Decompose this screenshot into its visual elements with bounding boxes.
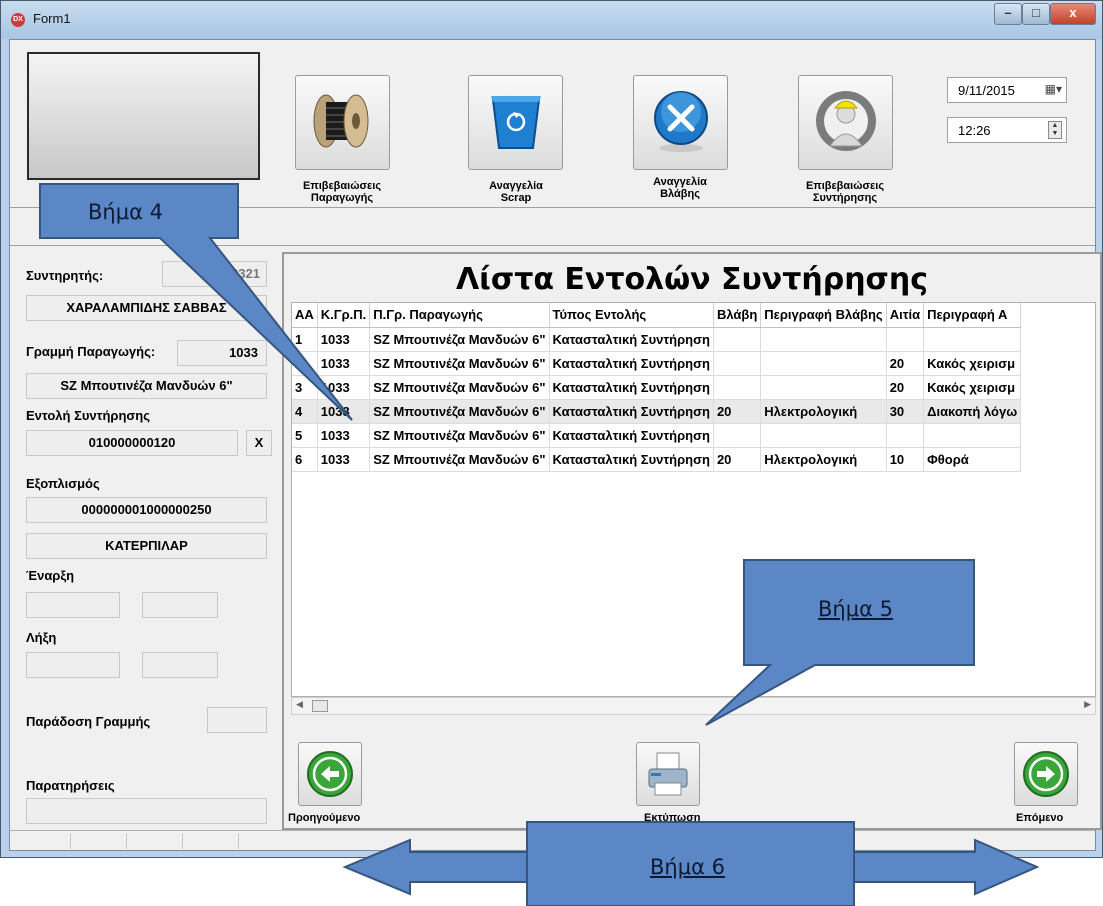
step4-callout (39, 183, 353, 421)
step6-label: Βήμα 6 (650, 855, 725, 879)
step5-label: Βήμα 5 (818, 597, 893, 621)
step4-label: Βήμα 4 (88, 200, 163, 224)
annotation-overlay (39, 183, 1040, 906)
step5-callout (705, 559, 975, 726)
